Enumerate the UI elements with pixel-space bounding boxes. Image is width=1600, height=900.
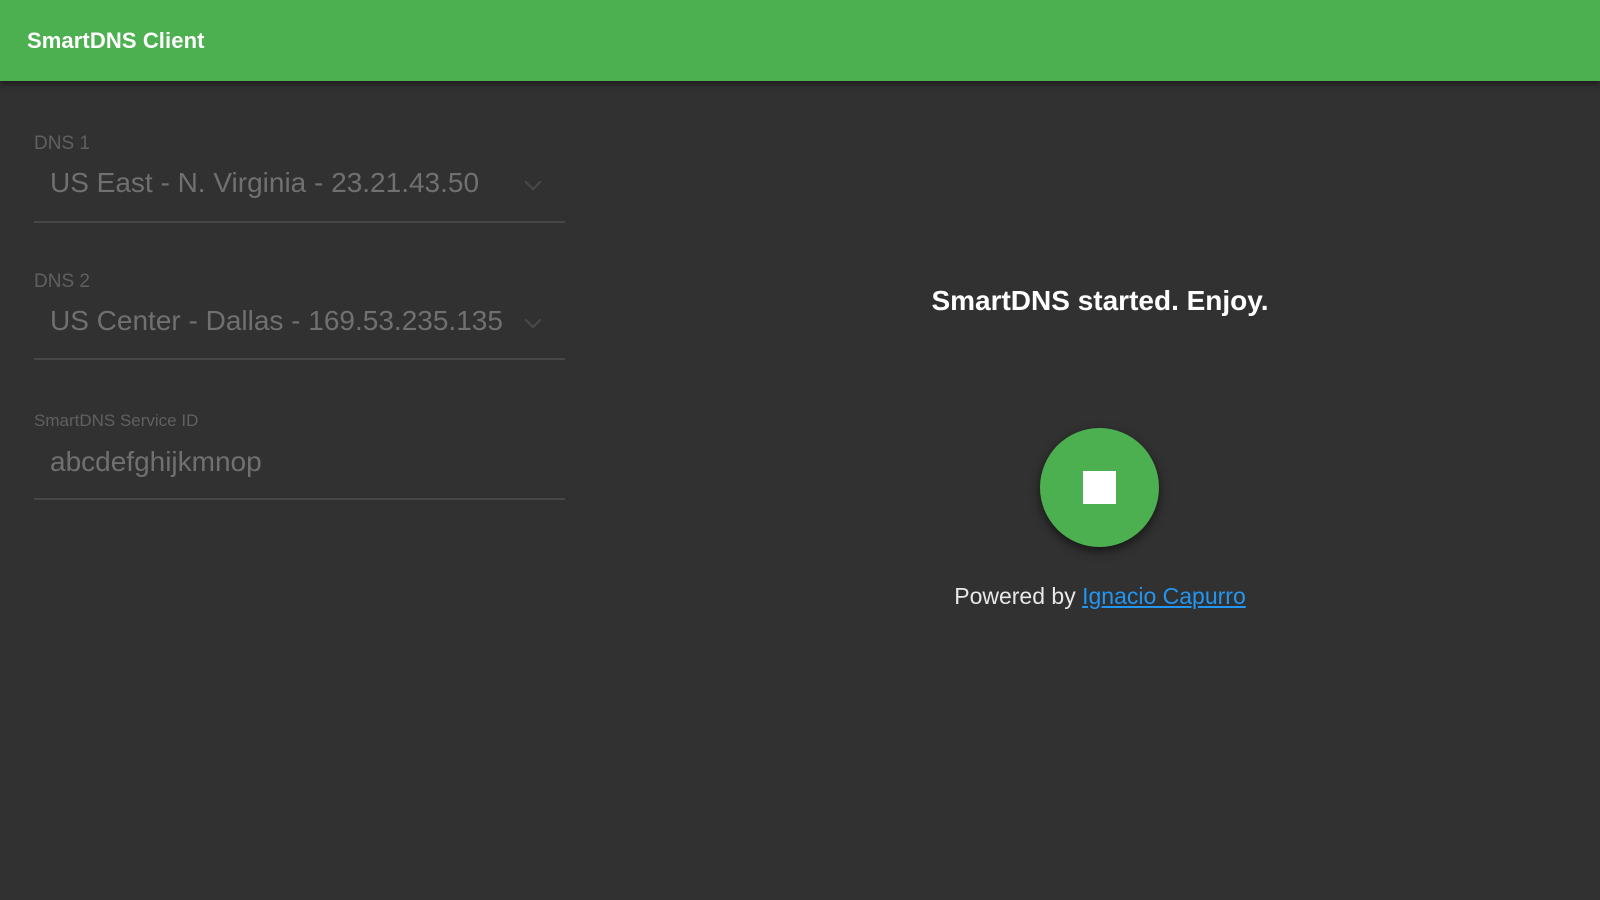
- service-id-label: SmartDNS Service ID: [34, 411, 199, 430]
- dns1-label: DNS 1: [34, 133, 90, 154]
- chevron-down-icon[interactable]: [524, 173, 542, 191]
- author-link[interactable]: Ignacio Capurro: [1082, 583, 1246, 609]
- powered-by-line: Powered by Ignacio Capurro: [880, 583, 1320, 610]
- dns1-selected-value[interactable]: US East - N. Virginia - 23.21.43.50: [50, 167, 479, 199]
- app-bar: SmartDNS Client: [0, 0, 1600, 81]
- dns2-spinner[interactable]: DNS 2 US Center - Dallas - 169.53.235.13…: [34, 271, 565, 363]
- chevron-down-icon[interactable]: [524, 311, 542, 329]
- stop-button[interactable]: [1040, 428, 1159, 547]
- powered-by-label: Powered by: [954, 583, 1076, 609]
- dns1-underline: [34, 221, 565, 223]
- service-id-underline: [34, 498, 565, 500]
- dns2-selected-value[interactable]: US Center - Dallas - 169.53.235.135: [50, 305, 503, 337]
- service-id-field[interactable]: SmartDNS Service ID abcdefghijkmnop: [34, 411, 565, 501]
- stop-icon: [1083, 471, 1116, 504]
- dns1-spinner[interactable]: DNS 1 US East - N. Virginia - 23.21.43.5…: [34, 133, 565, 225]
- main-content: DNS 1 US East - N. Virginia - 23.21.43.5…: [0, 81, 1600, 900]
- service-id-input[interactable]: abcdefghijkmnop: [50, 446, 262, 478]
- app-title: SmartDNS Client: [27, 28, 205, 53]
- dns2-label: DNS 2: [34, 271, 90, 292]
- dns2-underline: [34, 358, 565, 360]
- status-message: SmartDNS started. Enjoy.: [931, 285, 1269, 316]
